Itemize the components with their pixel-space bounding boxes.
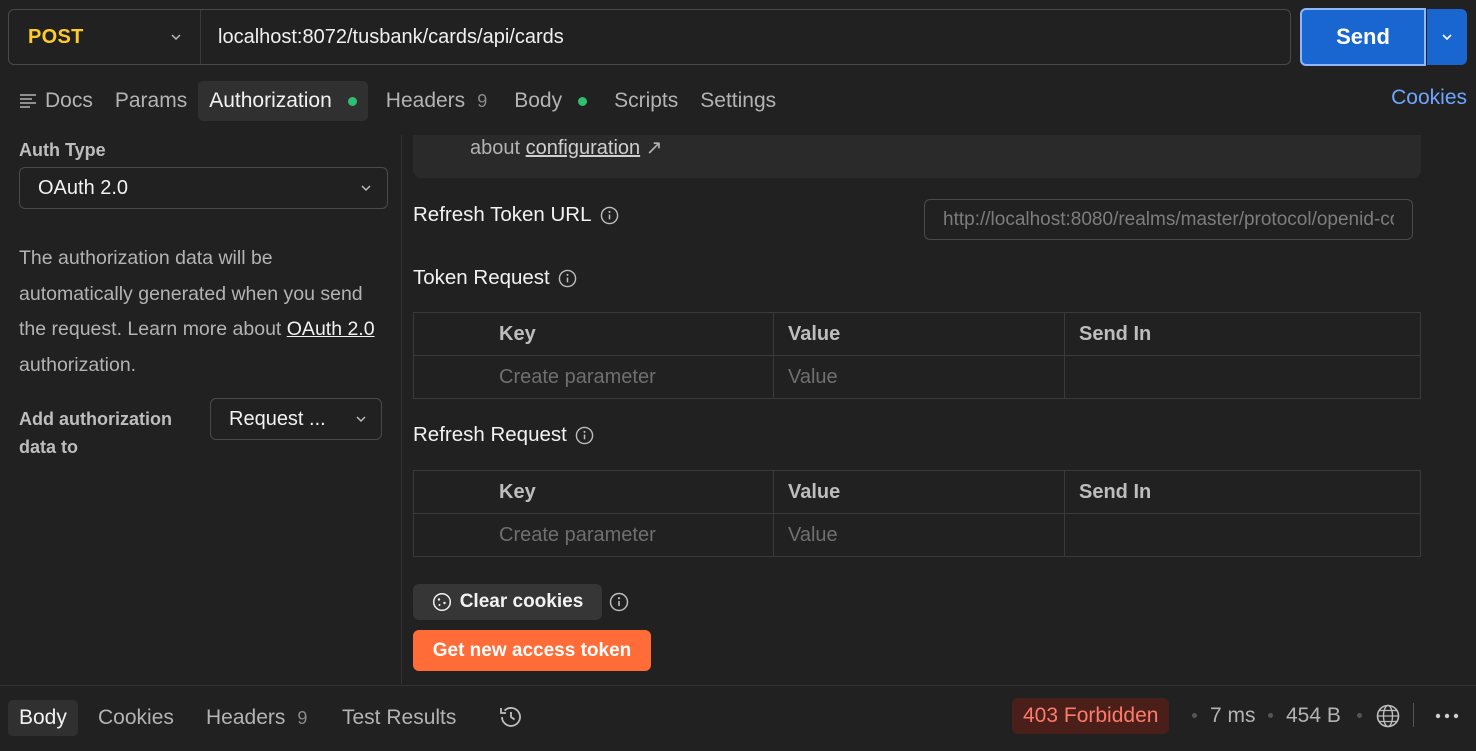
cookies-link[interactable]: Cookies — [1391, 86, 1467, 110]
status-badge[interactable]: 403 Forbidden — [1012, 698, 1170, 734]
send-button[interactable]: Send — [1300, 8, 1426, 66]
tab-label: Cookies — [98, 706, 174, 729]
response-tab-body[interactable]: Body — [8, 700, 78, 736]
refresh-request-table: Key Value Send In Create parameter Value — [413, 470, 1421, 557]
send-in-cell[interactable] — [1064, 355, 1421, 399]
globe-icon[interactable] — [1375, 703, 1401, 729]
modified-indicator — [347, 96, 357, 106]
tab-headers[interactable]: Headers 9 — [375, 81, 498, 121]
chevron-down-icon — [1442, 34, 1452, 41]
url-input[interactable] — [218, 25, 1290, 49]
token-request-label: Token Request — [413, 266, 577, 290]
divider — [1413, 703, 1414, 727]
send-in-cell[interactable] — [1064, 513, 1421, 557]
configuration-info-text: about configuration ↗ — [470, 135, 662, 160]
clear-cookies-button[interactable]: Clear cookies — [413, 584, 602, 620]
info-icon[interactable] — [575, 426, 594, 445]
oauth-docs-link[interactable]: OAuth 2.0 — [287, 318, 375, 340]
response-tab-cookies[interactable]: Cookies — [87, 700, 185, 736]
info-prefix: about — [470, 137, 521, 159]
separator-dot — [1357, 713, 1362, 718]
add-auth-to-label: Add authorization data to — [19, 409, 172, 457]
refresh-token-url-input[interactable] — [924, 199, 1413, 240]
add-auth-to-value: Request ... — [229, 407, 326, 430]
refresh-request-text: Refresh Request — [413, 423, 567, 446]
tab-body[interactable]: Body — [503, 81, 598, 121]
tab-label: Docs — [45, 89, 93, 112]
configuration-link[interactable]: configuration — [526, 137, 641, 159]
tab-authorization[interactable]: Authorization — [198, 81, 368, 121]
tab-label: Authorization — [209, 89, 332, 112]
response-size[interactable]: 454 B — [1286, 704, 1341, 728]
tab-label: Params — [114, 89, 188, 112]
table-row: Create parameter Value — [413, 513, 1421, 557]
method-select[interactable]: POST — [9, 10, 201, 64]
tab-docs[interactable]: Docs — [8, 81, 104, 121]
tab-label: Scripts — [614, 89, 679, 112]
value-input[interactable]: Value — [773, 355, 1065, 399]
clear-cookies-label: Clear cookies — [459, 591, 584, 612]
tab-params[interactable]: Params — [104, 81, 198, 121]
tab-label: Body — [514, 89, 563, 112]
info-icon[interactable] — [600, 206, 619, 225]
info-icon[interactable] — [609, 592, 629, 612]
table-row: Create parameter Value — [413, 355, 1421, 399]
tab-label: Test Results — [342, 706, 457, 729]
headers-count: 9 — [297, 707, 308, 728]
column-value: Value — [773, 312, 1065, 356]
method-label: POST — [28, 25, 84, 48]
separator-dot — [1192, 713, 1197, 718]
auth-type-value: OAuth 2.0 — [38, 176, 129, 199]
response-tab-test-results[interactable]: Test Results — [331, 700, 467, 736]
column-send-in: Send In — [1064, 312, 1421, 356]
configuration-info-box: about configuration ↗ — [413, 135, 1421, 178]
chevron-down-icon — [171, 34, 181, 41]
more-options-icon[interactable] — [1432, 704, 1462, 728]
table-header-row: Key Value Send In — [413, 312, 1421, 356]
key-input[interactable]: Create parameter — [413, 355, 774, 399]
external-link-icon: ↗ — [645, 137, 663, 159]
send-options-button[interactable] — [1427, 9, 1467, 65]
tab-label: Settings — [700, 89, 777, 112]
docs-icon — [20, 94, 36, 108]
table-header-row: Key Value Send In — [413, 470, 1421, 514]
tab-label: Headers — [385, 89, 466, 112]
column-send-in: Send In — [1064, 470, 1421, 514]
auth-settings-panel: Auth Type OAuth 2.0 The authorization da… — [0, 135, 402, 684]
tab-label: Body — [19, 706, 67, 729]
get-new-access-token-button[interactable]: Get new access token — [413, 630, 651, 671]
auth-type-select[interactable]: OAuth 2.0 — [19, 167, 388, 209]
url-field-wrap — [201, 10, 1290, 64]
column-value: Value — [773, 470, 1065, 514]
response-time[interactable]: 7 ms — [1210, 704, 1256, 728]
response-tab-headers[interactable]: Headers 9 — [195, 700, 318, 736]
tab-label: Headers — [206, 706, 286, 729]
modified-indicator — [578, 96, 588, 106]
headers-count: 9 — [477, 90, 488, 111]
request-tabs: Docs Params Authorization Headers 9 Body… — [8, 80, 787, 122]
auth-type-label: Auth Type — [19, 140, 106, 160]
cookie-icon — [432, 592, 451, 612]
info-icon[interactable] — [558, 269, 577, 288]
refresh-request-label: Refresh Request — [413, 423, 594, 447]
chevron-down-icon — [356, 416, 366, 423]
refresh-token-url-label: Refresh Token URL — [413, 203, 619, 227]
tab-settings[interactable]: Settings — [689, 81, 787, 121]
request-bar: POST — [8, 9, 1291, 65]
tab-scripts[interactable]: Scripts — [603, 81, 689, 121]
add-auth-to-select[interactable]: Request ... — [210, 398, 382, 440]
token-request-table: Key Value Send In Create parameter Value — [413, 312, 1421, 399]
refresh-token-url-text: Refresh Token URL — [413, 203, 592, 226]
response-bar: Body Cookies Headers 9 Test Results 403 … — [0, 685, 1476, 751]
value-input[interactable]: Value — [773, 513, 1065, 557]
key-input[interactable]: Create parameter — [413, 513, 774, 557]
column-key: Key — [413, 470, 774, 514]
auth-description: The authorization data will be automatic… — [19, 241, 389, 383]
auth-description-suffix: authorization. — [19, 353, 137, 376]
history-icon[interactable] — [497, 703, 525, 731]
token-request-text: Token Request — [413, 266, 550, 289]
column-key: Key — [413, 312, 774, 356]
separator-dot — [1268, 713, 1273, 718]
chevron-down-icon — [361, 185, 371, 192]
